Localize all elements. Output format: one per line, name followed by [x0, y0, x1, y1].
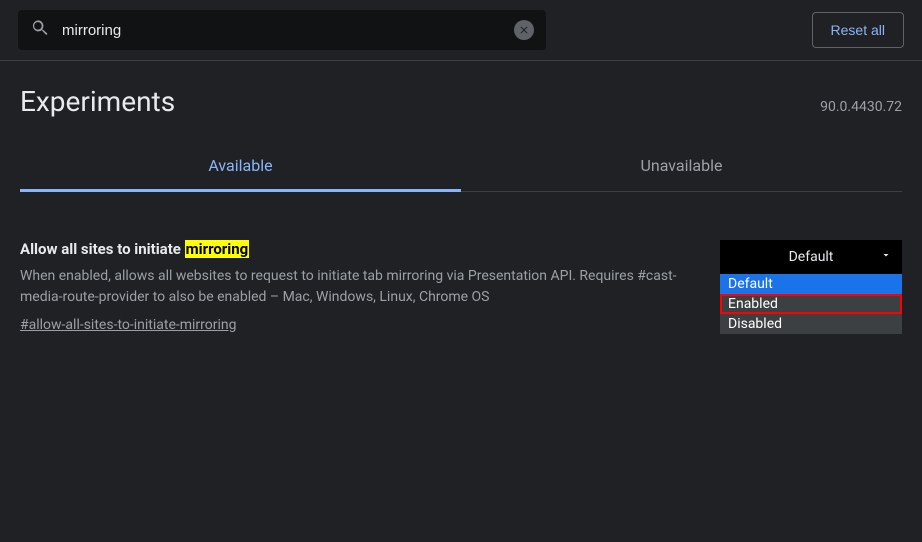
- flag-title: Allow all sites to initiate mirroring: [20, 240, 700, 258]
- dropdown-option-disabled[interactable]: Disabled: [720, 314, 902, 334]
- dropdown-option-default[interactable]: Default: [720, 274, 902, 294]
- tab-available[interactable]: Available: [20, 142, 461, 192]
- flag-title-prefix: Allow all sites to initiate: [20, 240, 185, 258]
- search-box[interactable]: [18, 10, 546, 50]
- flag-title-highlight: mirroring: [185, 240, 250, 258]
- flag-hash-link[interactable]: #allow-all-sites-to-initiate-mirroring: [20, 317, 237, 333]
- chevron-down-icon: [880, 249, 892, 265]
- reset-all-button[interactable]: Reset all: [812, 12, 904, 48]
- flag-text: Allow all sites to initiate mirroring Wh…: [20, 240, 700, 333]
- top-bar: Reset all: [0, 0, 922, 61]
- clear-search-icon[interactable]: [514, 20, 534, 40]
- search-icon: [30, 18, 50, 42]
- page-title: Experiments: [20, 85, 175, 118]
- flag-description: When enabled, allows all websites to req…: [20, 266, 700, 308]
- search-input[interactable]: [62, 22, 514, 39]
- flag-row: Allow all sites to initiate mirroring Wh…: [0, 192, 922, 333]
- dropdown-option-enabled[interactable]: Enabled: [720, 294, 902, 314]
- dropdown-button[interactable]: Default: [720, 240, 902, 274]
- dropdown-current: Default: [789, 249, 834, 265]
- tabs: Available Unavailable: [20, 142, 902, 192]
- tab-unavailable[interactable]: Unavailable: [461, 142, 902, 191]
- header-row: Experiments 90.0.4430.72: [0, 61, 922, 126]
- dropdown-list: Default Enabled Disabled: [720, 274, 902, 334]
- version-text: 90.0.4430.72: [820, 99, 902, 115]
- flag-dropdown[interactable]: Default Default Enabled Disabled: [720, 240, 902, 333]
